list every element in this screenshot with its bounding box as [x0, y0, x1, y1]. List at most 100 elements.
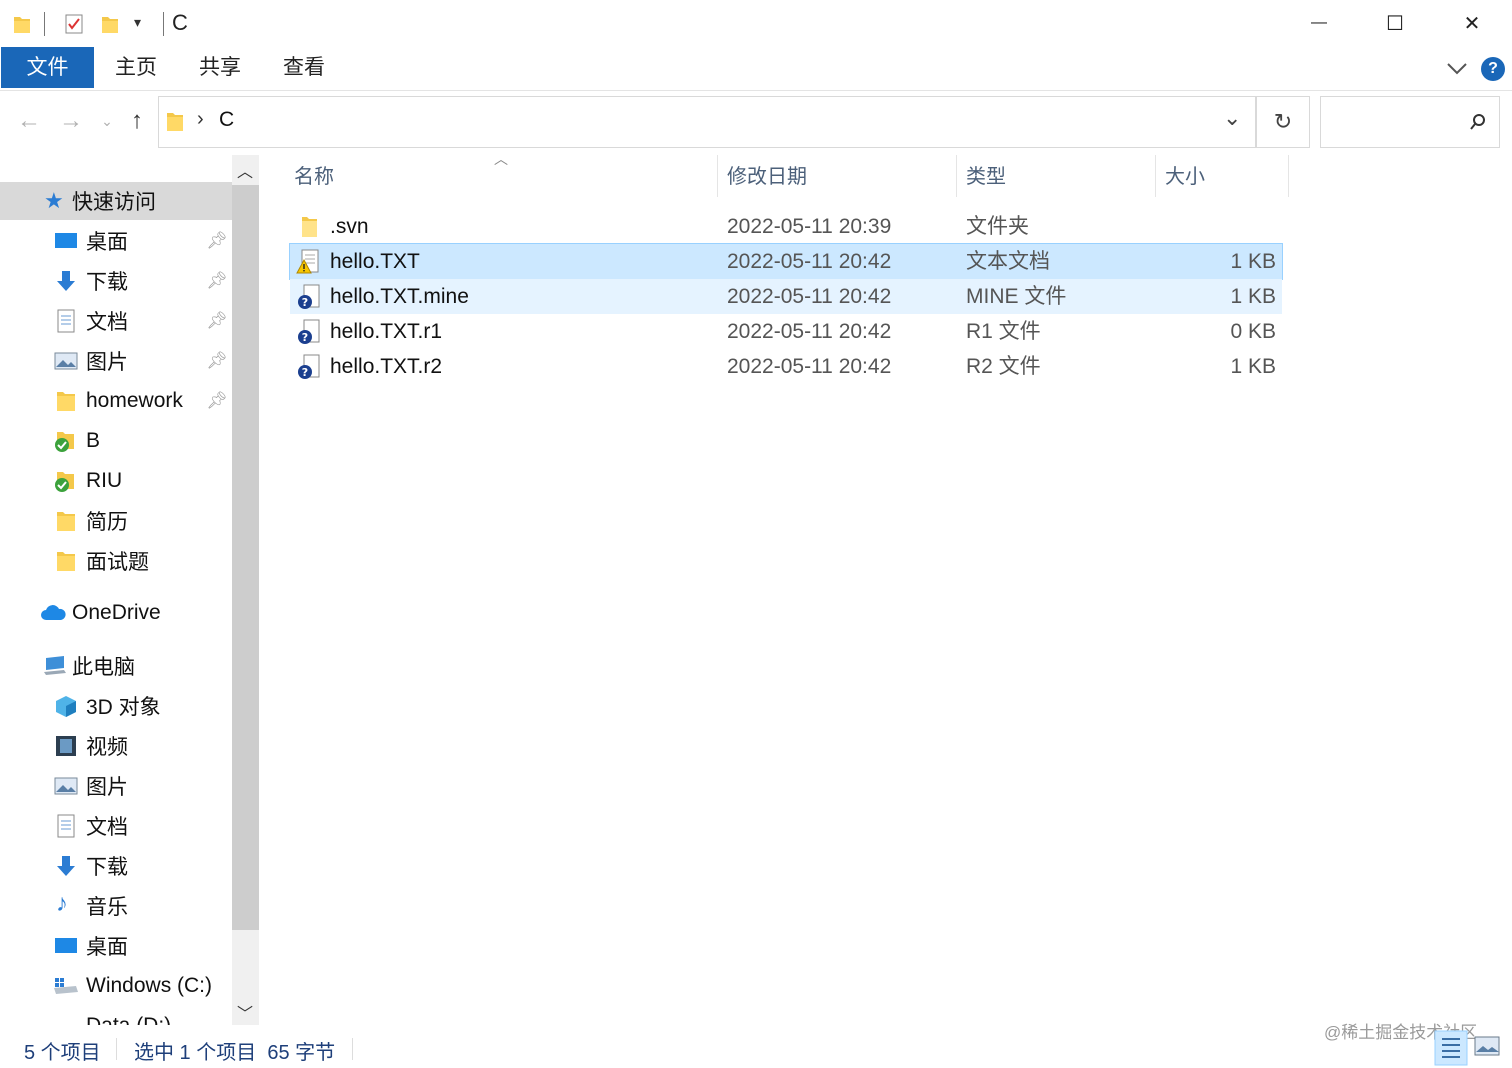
search-icon [1470, 114, 1485, 130]
svg-text:?: ? [302, 366, 308, 379]
navigation-pane[interactable]: ★ 快速访问 桌面 📌︎ 下载 📌︎ 文档 📌︎ 图片 📌︎ homework … [0, 155, 232, 1025]
file-date: 2022-05-11 20:39 [727, 215, 892, 238]
recent-locations-icon[interactable]: ⌄ [92, 105, 122, 137]
nav-item-drive-d[interactable]: Data (D:) [0, 1007, 232, 1025]
nav-item-homework[interactable]: homework 📌︎ [0, 382, 232, 420]
scroll-up-icon[interactable]: ︿ [237, 158, 253, 182]
nav-item-downloads[interactable]: 下载 📌︎ [0, 262, 232, 300]
file-name: hello.TXT.mine [330, 285, 469, 308]
nav-this-pc[interactable]: 此电脑 [0, 647, 232, 685]
column-divider[interactable] [1288, 155, 1289, 197]
up-arrow-icon[interactable]: ↑ [122, 105, 152, 137]
nav-item-documents[interactable]: 文档 📌︎ [0, 302, 232, 340]
properties-icon[interactable] [64, 13, 84, 35]
tab-share[interactable]: 共享 [186, 46, 254, 86]
nav-item-desktop-pc[interactable]: 桌面 [0, 927, 232, 965]
close-button[interactable]: ✕ [1434, 0, 1510, 46]
tab-file[interactable]: 文件 [1, 47, 94, 88]
nav-quick-access[interactable]: ★ 快速访问 [0, 182, 232, 220]
forward-arrow-icon[interactable]: → [56, 105, 86, 137]
separator [352, 1038, 353, 1060]
desktop-icon [55, 233, 77, 248]
title-bar: ▾ C — ☐ ✕ [0, 0, 1512, 46]
new-folder-icon[interactable] [100, 13, 120, 35]
nav-item-pictures[interactable]: 图片 📌︎ [0, 342, 232, 380]
nav-item-interview[interactable]: 面试题 [0, 542, 232, 580]
breadcrumb-separator[interactable]: › [197, 108, 204, 131]
nav-label: B [86, 429, 101, 452]
svn-ok-folder-icon [55, 472, 74, 492]
search-input[interactable] [1320, 96, 1500, 148]
table-row[interactable]: .svn 2022-05-11 20:39 文件夹 [290, 209, 1282, 244]
nav-onedrive[interactable]: OneDrive [0, 594, 232, 632]
folder-icon [14, 17, 30, 33]
separator [163, 12, 164, 36]
nav-item-downloads-pc[interactable]: 下载 [0, 847, 232, 885]
nav-scrollbar-thumb[interactable] [232, 185, 259, 930]
file-list[interactable]: ︿ 名称 修改日期 类型 大小 .svn 2022-05-11 20:39 文件… [260, 151, 1512, 1025]
minimize-button[interactable]: — [1281, 0, 1357, 46]
large-icons-view-icon[interactable] [1474, 1034, 1500, 1060]
pin-icon: 📌︎ [206, 311, 228, 330]
svn-unversioned-file-icon: ? [298, 354, 320, 379]
nav-item-desktop[interactable]: 桌面 📌︎ [0, 222, 232, 260]
nav-label: 下载 [86, 856, 128, 879]
table-row[interactable]: hello.TXT 2022-05-11 20:42 文本文档 1 KB [289, 243, 1283, 280]
chevron-down-icon[interactable]: ⌄ [1223, 105, 1241, 131]
nav-label: 下载 [86, 271, 128, 294]
nav-item-music[interactable]: ♪ 音乐 [0, 887, 232, 925]
ribbon: 文件 主页 共享 查看 ? [0, 46, 1512, 91]
column-header-date[interactable]: 修改日期 [727, 155, 807, 201]
nav-item-documents-pc[interactable]: 文档 [0, 807, 232, 845]
column-divider[interactable] [956, 155, 957, 197]
nav-label: 桌面 [86, 231, 128, 254]
customize-qat-icon[interactable]: ▾ [134, 14, 141, 31]
tab-home[interactable]: 主页 [102, 46, 170, 86]
table-row[interactable]: ? hello.TXT.r2 2022-05-11 20:42 R2 文件 1 … [290, 349, 1282, 384]
column-header-size[interactable]: 大小 [1165, 155, 1205, 201]
nav-item-b[interactable]: B [0, 422, 232, 460]
file-date: 2022-05-11 20:42 [727, 250, 892, 273]
file-type: MINE 文件 [966, 285, 1067, 308]
column-header-name[interactable]: 名称 [294, 155, 334, 201]
refresh-button[interactable]: ↻ [1256, 96, 1310, 148]
nav-item-pictures-pc[interactable]: 图片 [0, 767, 232, 805]
cloud-icon [41, 605, 66, 620]
maximize-button[interactable]: ☐ [1357, 0, 1433, 46]
nav-label: 图片 [86, 351, 128, 374]
pin-icon: 📌︎ [206, 351, 228, 370]
nav-item-resume[interactable]: 简历 [0, 502, 232, 540]
file-type: 文本文档 [966, 250, 1050, 273]
help-button[interactable]: ? [1481, 57, 1505, 81]
nav-label: OneDrive [72, 601, 161, 624]
sort-ascending-icon: ︿ [494, 151, 508, 167]
file-size: 0 KB [1230, 320, 1276, 343]
breadcrumb[interactable]: C [219, 108, 234, 132]
file-type: R2 文件 [966, 355, 1041, 378]
document-icon [57, 814, 75, 838]
column-divider[interactable] [717, 155, 718, 197]
expand-ribbon-icon[interactable] [1446, 62, 1468, 76]
nav-label: 视频 [86, 736, 128, 759]
tab-view[interactable]: 查看 [270, 46, 338, 86]
column-divider[interactable] [1155, 155, 1156, 197]
address-bar[interactable]: › C ⌄ [158, 96, 1256, 148]
download-icon [57, 271, 75, 291]
svn-unversioned-file-icon: ? [298, 284, 320, 309]
download-icon [57, 856, 75, 876]
file-date: 2022-05-11 20:42 [727, 320, 892, 343]
table-row[interactable]: ? hello.TXT.r1 2022-05-11 20:42 R1 文件 0 … [290, 314, 1282, 349]
back-arrow-icon[interactable]: ← [14, 105, 44, 137]
table-row[interactable]: ? hello.TXT.mine 2022-05-11 20:42 MINE 文… [290, 279, 1282, 314]
nav-item-3d-objects[interactable]: 3D 对象 [0, 687, 232, 725]
nav-item-videos[interactable]: 视频 [0, 727, 232, 765]
column-header-type[interactable]: 类型 [966, 155, 1006, 201]
nav-item-riu[interactable]: RIU [0, 462, 232, 500]
folder-icon [57, 512, 75, 531]
nav-item-drive-c[interactable]: Windows (C:) [0, 967, 232, 1005]
scroll-down-icon[interactable]: ﹀ [237, 1000, 253, 1024]
svg-text:?: ? [302, 296, 308, 309]
nav-label: Data (D:) [86, 1014, 171, 1025]
file-size: 1 KB [1230, 250, 1276, 273]
details-view-icon[interactable] [1434, 1030, 1468, 1066]
